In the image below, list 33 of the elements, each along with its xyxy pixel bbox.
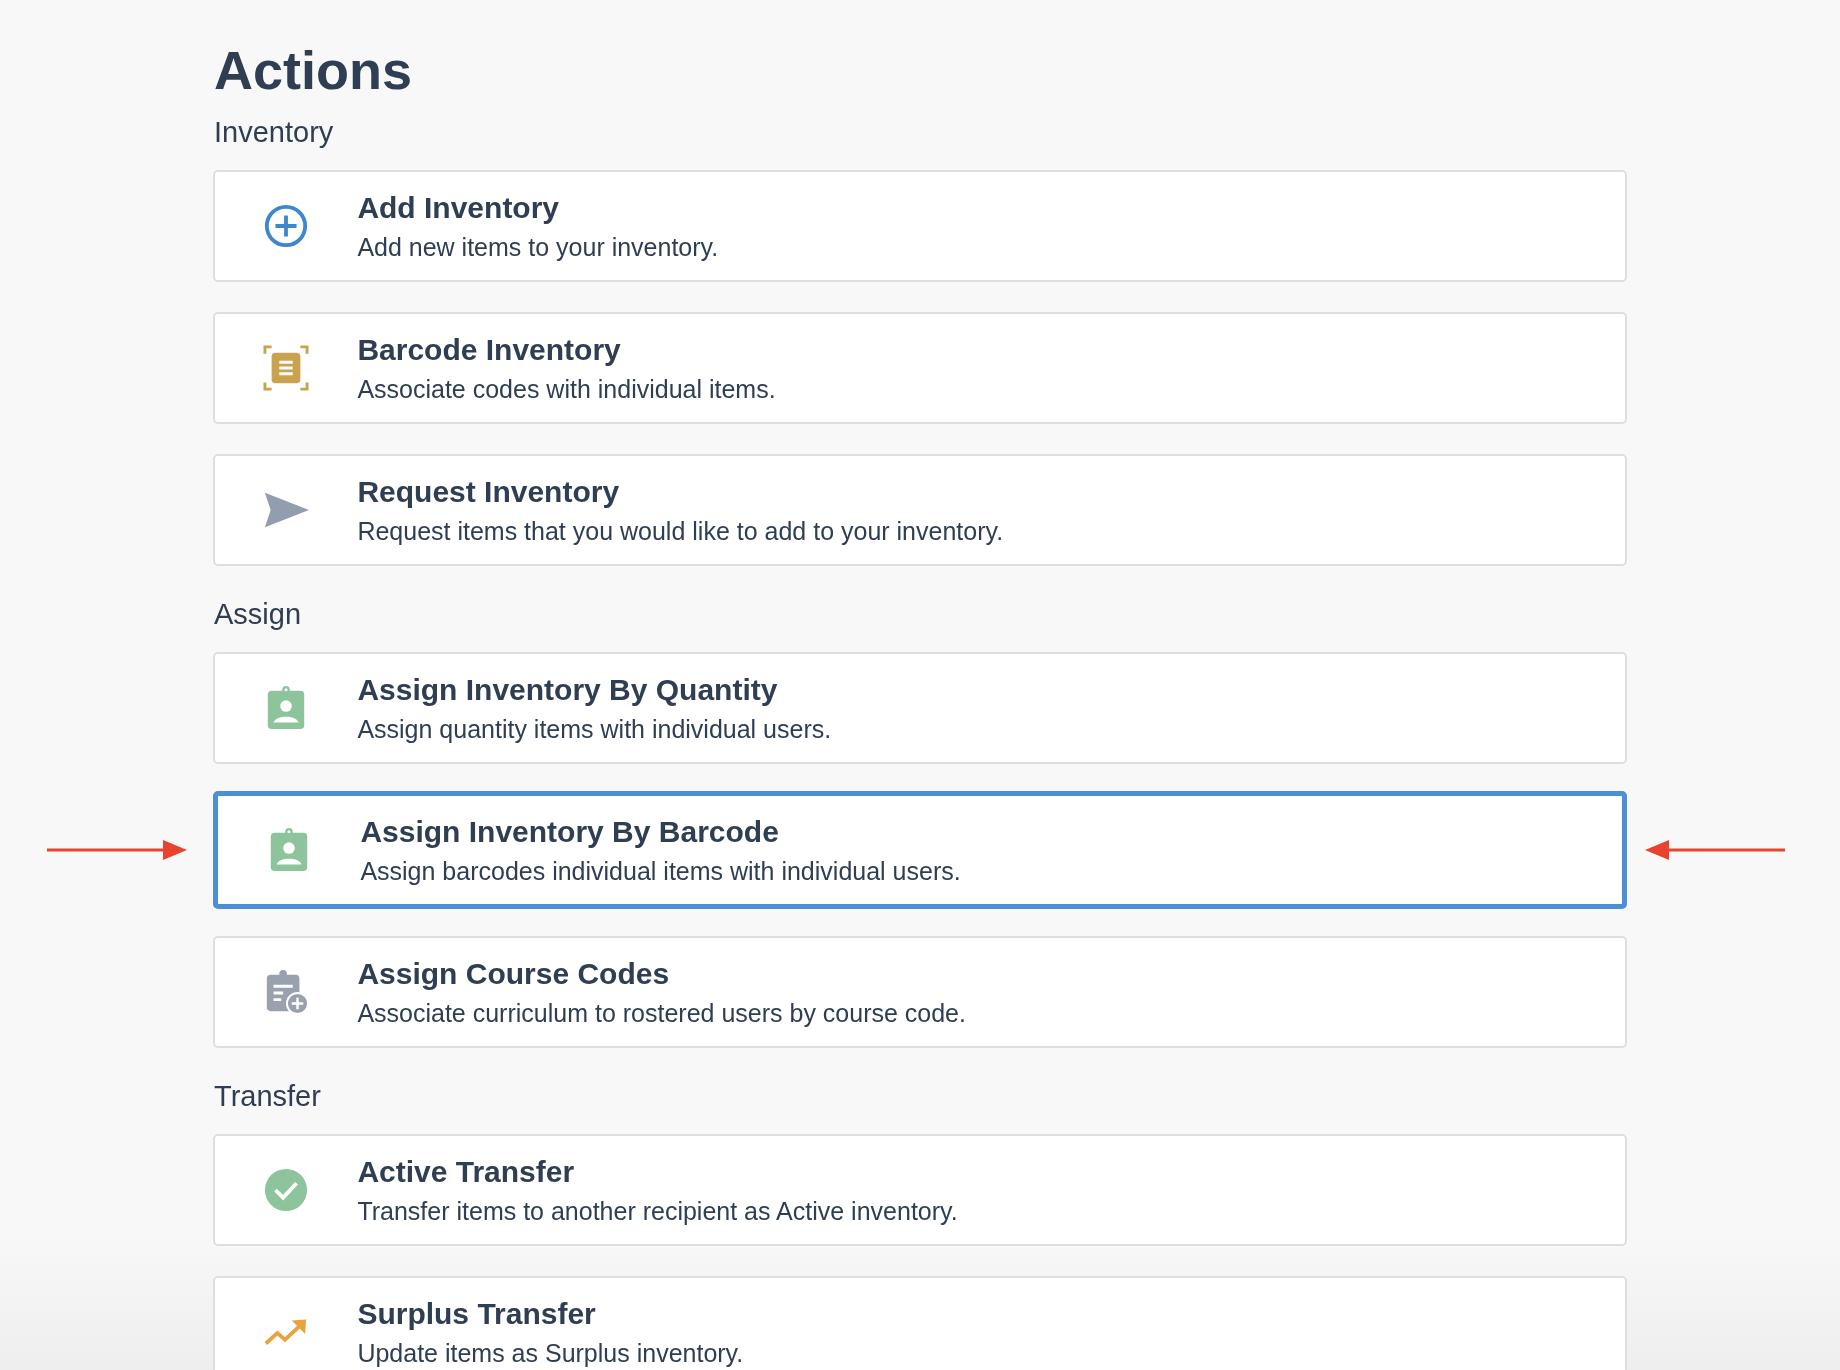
page-title: Actions <box>214 39 414 102</box>
action-description: Transfer items to another recipient as Active inventory. <box>357 1196 958 1226</box>
action-title: Request Inventory <box>357 474 621 509</box>
action-title: Assign Course Codes <box>357 956 671 991</box>
action-title: Assign Inventory By Quantity <box>357 672 779 707</box>
section-heading: Inventory <box>214 115 335 150</box>
action-card[interactable]: Assign Inventory By Quantity Assign quantity items with individual users. <box>213 652 1627 764</box>
check-circle-icon <box>263 1167 310 1213</box>
action-card[interactable]: Barcode Inventory Associate codes with individual items. <box>213 312 1627 424</box>
action-title: Assign Inventory By Barcode <box>360 814 780 849</box>
action-description: Associate curriculum to rostered users by course code. <box>357 998 966 1028</box>
action-card[interactable]: Surplus Transfer Update items as Surplus inventory. <box>213 1276 1627 1370</box>
action-description: Request items that you would like to add to your inventory. <box>357 516 1004 546</box>
plus-circle-icon <box>263 203 310 249</box>
arrow-icon <box>47 838 188 862</box>
arrow-icon <box>1644 838 1785 862</box>
action-card[interactable]: Request Inventory Request items that you would like to add to your inventory. <box>213 454 1627 566</box>
action-title: Surplus Transfer <box>357 1296 597 1331</box>
action-card[interactable]: Add Inventory Add new items to your inventory. <box>213 170 1627 282</box>
action-description: Associate codes with individual items. <box>357 374 776 404</box>
action-description: Assign quantity items with individual users. <box>357 714 832 744</box>
scan-frame-icon <box>263 345 310 391</box>
action-title: Active Transfer <box>357 1154 576 1189</box>
action-card[interactable]: Assign Inventory By Barcode Assign barcodes individual items with individual users. <box>213 791 1627 909</box>
action-description: Add new items to your inventory. <box>357 232 719 262</box>
action-title: Add Inventory <box>357 190 561 225</box>
action-description: Assign barcodes individual items with individual users. <box>360 856 961 886</box>
section-heading: Transfer <box>214 1079 322 1114</box>
action-card[interactable]: Active Transfer Transfer items to another recipient as Active inventory. <box>213 1134 1627 1246</box>
action-title: Barcode Inventory <box>357 332 622 367</box>
action-card[interactable]: Assign Course Codes Associate curriculum to rostered users by course code. <box>213 936 1627 1048</box>
action-description: Update items as Surplus inventory. <box>357 1338 744 1368</box>
section-heading: Assign <box>214 597 303 632</box>
